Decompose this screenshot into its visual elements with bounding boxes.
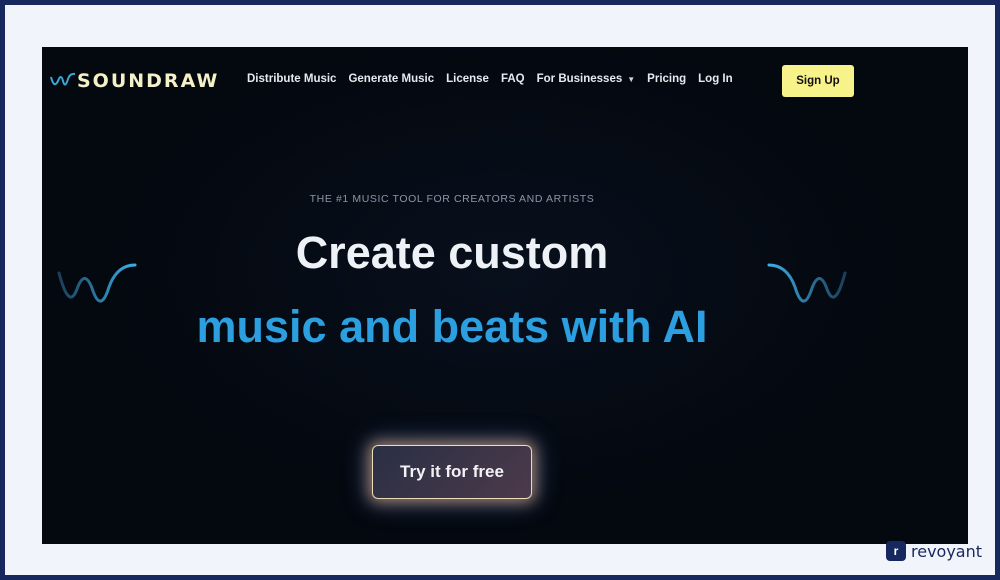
sign-up-button[interactable]: Sign Up	[782, 65, 854, 97]
screenshot-frame: SOUNDRAW Distribute Music Generate Music…	[5, 5, 995, 575]
revoyant-text: revoyant	[911, 541, 983, 561]
nav-for-businesses-label: For Businesses	[536, 73, 623, 85]
hero-headline-line1: Create custom	[295, 227, 609, 278]
nav-pricing[interactable]: Pricing	[647, 73, 686, 85]
website-screen: SOUNDRAW Distribute Music Generate Music…	[42, 47, 968, 544]
chevron-down-icon: ▼	[627, 74, 636, 84]
nav-for-businesses[interactable]: For Businesses ▼	[537, 73, 636, 85]
nav-generate-music[interactable]: Generate Music	[348, 73, 434, 85]
nav-faq[interactable]: FAQ	[501, 73, 525, 85]
waveform-logo-icon	[50, 72, 76, 86]
revoyant-watermark: r revoyant	[886, 541, 982, 561]
main-nav: Distribute Music Generate Music License …	[247, 73, 745, 85]
soundraw-logo[interactable]: SOUNDRAW	[50, 69, 219, 93]
nav-distribute-music[interactable]: Distribute Music	[247, 73, 336, 85]
nav-license[interactable]: License	[446, 73, 489, 85]
hero-eyebrow: THE #1 MUSIC TOOL FOR CREATORS AND ARTIS…	[309, 193, 595, 205]
nav-log-in[interactable]: Log In	[698, 73, 733, 85]
hero-headline-line2: music and beats with AI	[196, 301, 708, 352]
logo-text: SOUNDRAW	[77, 70, 220, 92]
revoyant-logo-icon: r	[886, 541, 906, 561]
try-it-for-free-button[interactable]: Try it for free	[372, 445, 532, 499]
waveform-decoration-left-icon	[57, 263, 137, 303]
waveform-decoration-right-icon	[767, 263, 847, 303]
